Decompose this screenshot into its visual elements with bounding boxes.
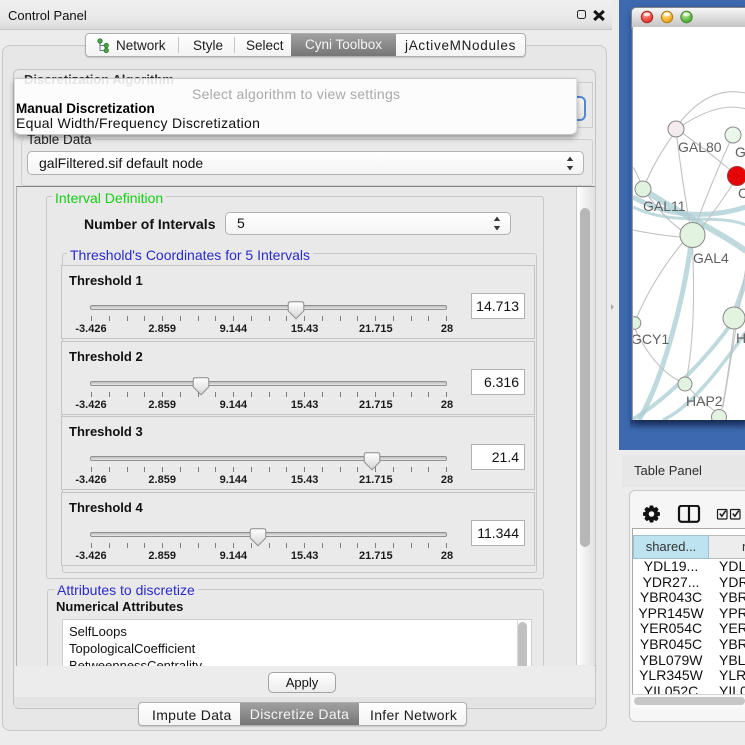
svg-text:HAP2: HAP2: [686, 393, 723, 409]
svg-text:GA: GA: [735, 144, 745, 160]
svg-text:GAL11: GAL11: [643, 198, 686, 214]
svg-text:H: H: [736, 330, 745, 346]
svg-text:C: C: [738, 185, 745, 201]
svg-text:GCY1: GCY1: [633, 331, 669, 347]
svg-text:GAL80: GAL80: [678, 139, 722, 155]
svg-text:GAL4: GAL4: [693, 250, 729, 266]
